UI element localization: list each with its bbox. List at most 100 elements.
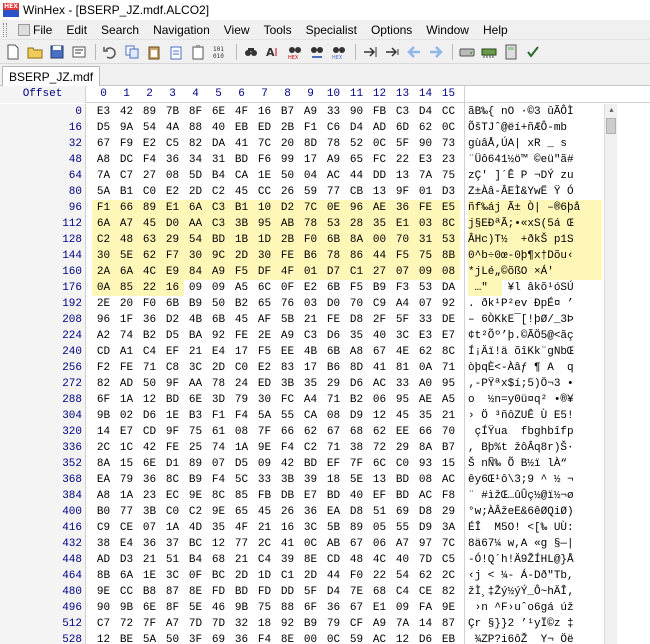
hex-byte[interactable]: 42 xyxy=(276,456,299,472)
hex-byte[interactable]: E7 xyxy=(115,424,138,440)
hex-byte[interactable]: 3C xyxy=(184,360,207,376)
hex-byte[interactable]: AF xyxy=(253,312,276,328)
hex-byte[interactable]: 20 xyxy=(115,296,138,312)
hex-byte[interactable]: E4 xyxy=(207,344,230,360)
hex-byte[interactable]: 6B xyxy=(322,280,345,296)
hex-byte[interactable]: 71 xyxy=(138,360,161,376)
hex-byte[interactable]: A9 xyxy=(207,264,230,280)
hex-byte[interactable]: 89 xyxy=(138,104,161,120)
hex-byte[interactable]: E9 xyxy=(161,264,184,280)
hex-byte[interactable]: 02 xyxy=(115,408,138,424)
hex-byte[interactable]: 45 xyxy=(391,408,414,424)
ascii-text[interactable]: òþqÈ<-Àâƒ ¶ A q xyxy=(468,360,602,376)
ascii-text[interactable]: žÌ¸‡Žý½ýÝ_Ô~hÄÎ‚ xyxy=(468,584,602,600)
ascii-text[interactable]: gùâÅ‚ÚA| xR _ s xyxy=(468,136,602,152)
vertical-scrollbar[interactable]: ▲ xyxy=(604,104,617,644)
hex-byte[interactable]: EF xyxy=(322,456,345,472)
hex-byte[interactable]: ED xyxy=(253,120,276,136)
hex-byte[interactable]: 0C xyxy=(299,536,322,552)
hex-byte[interactable]: 2A xyxy=(92,264,115,280)
hex-byte[interactable]: 30 xyxy=(184,248,207,264)
hex-byte[interactable]: 25 xyxy=(184,440,207,456)
hex-byte[interactable]: 00 xyxy=(368,232,391,248)
hex-byte[interactable]: 2B xyxy=(276,120,299,136)
hex-byte[interactable]: 6E xyxy=(138,456,161,472)
hex-byte[interactable]: F8 xyxy=(437,488,460,504)
hex-byte[interactable]: BD xyxy=(161,392,184,408)
hex-byte[interactable]: 95 xyxy=(253,216,276,232)
hex-byte[interactable]: B9 xyxy=(299,616,322,632)
hex-byte[interactable]: C0 xyxy=(138,184,161,200)
hex-byte[interactable]: DE xyxy=(437,312,460,328)
hex-byte[interactable]: 75 xyxy=(414,248,437,264)
paste-icon[interactable] xyxy=(145,43,163,61)
hex-byte[interactable]: 6D xyxy=(391,120,414,136)
hex-byte[interactable]: 21 xyxy=(299,312,322,328)
hex-byte[interactable]: EA xyxy=(92,472,115,488)
hex-byte[interactable]: C2 xyxy=(299,440,322,456)
hex-byte[interactable]: 7C xyxy=(437,536,460,552)
hex-byte[interactable]: 3C xyxy=(391,328,414,344)
hex-byte[interactable]: 79 xyxy=(322,616,345,632)
hex-byte[interactable]: A8 xyxy=(92,488,115,504)
hex-byte[interactable]: DF xyxy=(253,264,276,280)
hex-byte[interactable]: AC xyxy=(437,472,460,488)
hex-byte[interactable]: C0 xyxy=(230,360,253,376)
hex-byte[interactable]: 5A xyxy=(253,408,276,424)
hex-byte[interactable]: C1 xyxy=(276,568,299,584)
hex-byte[interactable]: 18 xyxy=(322,472,345,488)
hex-byte[interactable]: 7F xyxy=(345,456,368,472)
hex-byte[interactable]: C1 xyxy=(345,264,368,280)
hex-byte[interactable]: B6 xyxy=(299,248,322,264)
hex-byte[interactable]: B3 xyxy=(184,408,207,424)
hex-byte[interactable]: B7 xyxy=(437,440,460,456)
hex-byte[interactable]: 6B xyxy=(161,296,184,312)
hex-byte[interactable]: 14 xyxy=(92,424,115,440)
hex-byte[interactable]: 5E xyxy=(115,248,138,264)
hex-byte[interactable]: BD xyxy=(207,232,230,248)
hex-byte[interactable]: 67 xyxy=(368,344,391,360)
hex-byte[interactable]: 29 xyxy=(322,376,345,392)
hex-byte[interactable]: 82 xyxy=(184,136,207,152)
hex-byte[interactable]: 1E xyxy=(161,408,184,424)
disk-icon[interactable] xyxy=(458,43,476,61)
hex-byte[interactable]: 29 xyxy=(391,440,414,456)
hex-byte[interactable]: EB xyxy=(437,632,460,644)
hex-byte[interactable]: 8A xyxy=(414,440,437,456)
hex-byte[interactable]: 7D xyxy=(184,616,207,632)
hex-byte[interactable]: 8E xyxy=(299,552,322,568)
hex-byte[interactable]: FD xyxy=(253,584,276,600)
hex-byte[interactable]: 33 xyxy=(414,312,437,328)
hex-byte[interactable]: 3B xyxy=(138,504,161,520)
hex-byte[interactable]: 89 xyxy=(184,456,207,472)
hex-byte[interactable]: C7 xyxy=(115,168,138,184)
hex-byte[interactable]: 26 xyxy=(276,504,299,520)
hex-byte[interactable]: B1 xyxy=(115,184,138,200)
hex-byte[interactable]: A9 xyxy=(322,152,345,168)
hex-byte[interactable]: 8C xyxy=(207,488,230,504)
hex-byte[interactable]: E5 xyxy=(437,200,460,216)
hex-byte[interactable]: 6A xyxy=(184,200,207,216)
hex-byte[interactable]: C9 xyxy=(368,296,391,312)
hex-byte[interactable]: C3 xyxy=(299,328,322,344)
hex-byte[interactable]: FD xyxy=(207,584,230,600)
hex-byte[interactable]: 2E xyxy=(92,296,115,312)
hex-byte[interactable]: EE xyxy=(276,344,299,360)
hex-byte[interactable]: CE xyxy=(115,520,138,536)
hex-byte[interactable]: 88 xyxy=(184,120,207,136)
hex-byte[interactable]: 66 xyxy=(115,200,138,216)
hex-byte[interactable]: C0 xyxy=(161,504,184,520)
hex-byte[interactable]: 34 xyxy=(184,152,207,168)
hex-byte[interactable]: 74 xyxy=(207,440,230,456)
hex-byte[interactable]: 5A xyxy=(138,632,161,644)
hex-byte[interactable]: E1 xyxy=(368,600,391,616)
hex-byte[interactable]: A0 xyxy=(414,376,437,392)
open-file-icon[interactable] xyxy=(26,43,44,61)
paste-special-icon[interactable] xyxy=(167,43,185,61)
hex-byte[interactable]: DB xyxy=(276,488,299,504)
hex-byte[interactable]: AC xyxy=(322,168,345,184)
hex-byte[interactable]: AE xyxy=(414,392,437,408)
hex-byte[interactable]: 10 xyxy=(253,200,276,216)
hex-byte[interactable]: 29 xyxy=(161,232,184,248)
hex-byte[interactable]: 7C xyxy=(253,136,276,152)
